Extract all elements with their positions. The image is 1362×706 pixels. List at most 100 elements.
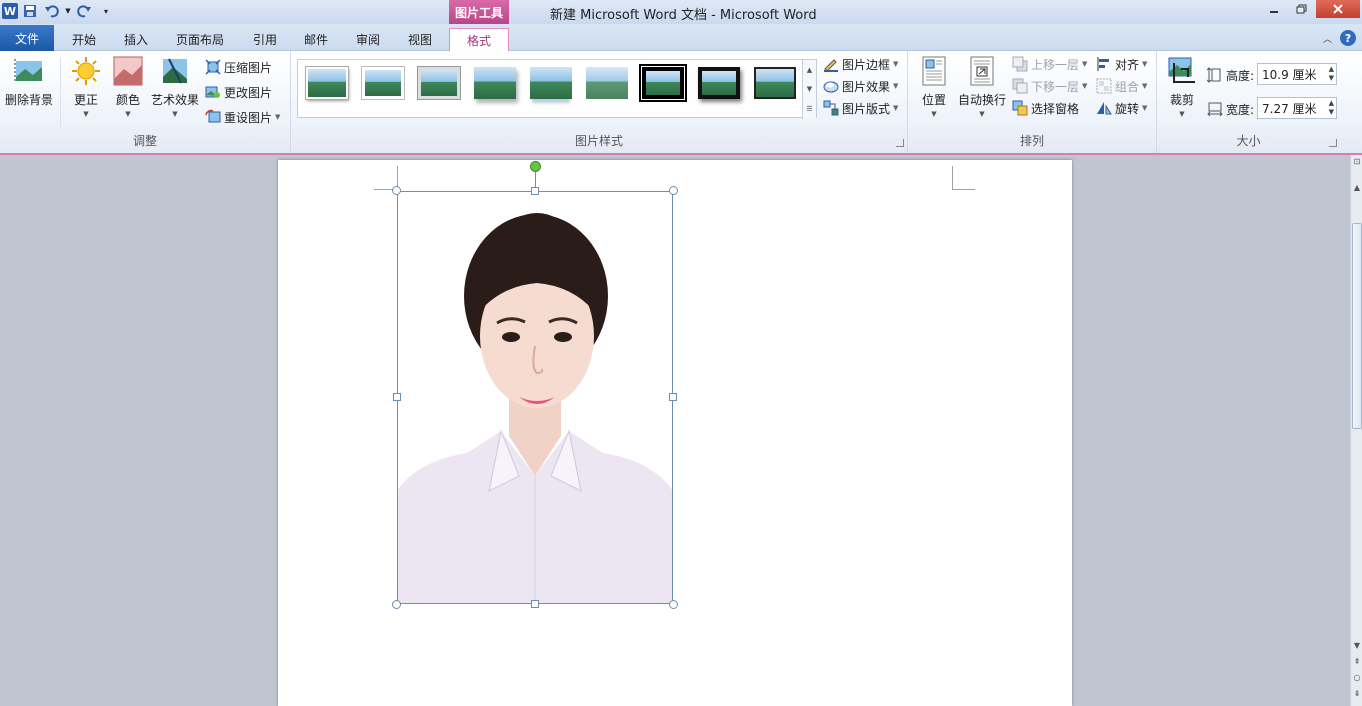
resize-handle[interactable] (531, 600, 539, 608)
group-label-size: 大小 (1236, 134, 1261, 148)
size-dialog-launcher-icon[interactable] (1329, 139, 1337, 147)
compress-icon (205, 59, 221, 75)
compress-pictures-button[interactable]: 压缩图片 (205, 57, 272, 77)
tab-insert[interactable]: 插入 (116, 28, 156, 51)
help-icon[interactable]: ? (1340, 30, 1356, 46)
restore-icon[interactable] (1288, 0, 1316, 18)
wrap-text-icon (970, 56, 994, 86)
scroll-thumb[interactable] (1352, 223, 1362, 429)
gallery-up-icon[interactable]: ▲ (807, 66, 812, 74)
next-page-icon[interactable]: ⇟ (1351, 689, 1362, 698)
selection-pane-icon (1012, 100, 1028, 116)
align-button[interactable]: 对齐 ▼ (1096, 54, 1147, 74)
gallery-down-icon[interactable]: ▼ (807, 85, 812, 93)
resize-handle[interactable] (393, 393, 401, 401)
group-objects-button[interactable]: 组合 ▼ (1096, 76, 1147, 96)
resize-handle[interactable] (669, 393, 677, 401)
minimize-icon[interactable] (1260, 0, 1288, 18)
style-thumb-selected[interactable] (639, 64, 687, 102)
ribbon-tab-row: 文件 开始 插入 页面布局 引用 邮件 审阅 视图 格式 ︿ ? (0, 24, 1362, 51)
rotate-handle[interactable] (530, 161, 541, 172)
rotate-button[interactable]: 旋转 ▼ (1096, 98, 1147, 118)
position-button[interactable]: 位置 ▼ (918, 55, 950, 118)
width-label: 宽度: (1207, 99, 1254, 119)
ruler-toggle-icon[interactable]: ⊡ (1351, 157, 1362, 166)
style-thumb[interactable] (306, 67, 348, 99)
redo-icon[interactable] (74, 2, 94, 20)
picture-tools-context-header: 图片工具 (449, 0, 509, 24)
height-input[interactable]: 10.9 厘米 ▲ ▼ (1257, 63, 1337, 85)
style-thumb[interactable] (362, 67, 404, 99)
group-label-arrange: 排列 (1019, 134, 1044, 148)
selected-picture[interactable] (392, 186, 678, 609)
width-input[interactable]: 7.27 厘米 ▲ ▼ (1257, 97, 1337, 119)
selection-pane-button[interactable]: 选择窗格 (1012, 98, 1079, 118)
artistic-effects-button[interactable]: 艺术效果 ▼ (148, 55, 202, 118)
style-thumb[interactable] (586, 67, 628, 99)
wrap-text-button[interactable]: 自动换行 ▼ (956, 55, 1008, 118)
crop-icon (1168, 57, 1195, 83)
resize-handle[interactable] (392, 600, 401, 609)
vertical-scrollbar[interactable]: ⊡ ▲ ▼ ⇞ ○ ⇟ (1350, 155, 1362, 706)
minimize-ribbon-icon[interactable]: ︿ (1323, 32, 1332, 45)
artistic-effects-icon (163, 58, 187, 84)
quick-access-toolbar: W ▼ ▾ (0, 2, 116, 20)
picture-border-button[interactable]: 图片边框 ▼ (823, 54, 898, 74)
color-button[interactable]: 颜色 ▼ (108, 55, 148, 118)
margin-mark (952, 166, 953, 189)
style-thumb[interactable] (418, 67, 460, 99)
picture-styles-gallery[interactable]: ▲ ▼ ☰ (297, 59, 817, 119)
tab-format[interactable]: 格式 (449, 28, 509, 51)
tab-review[interactable]: 审阅 (348, 28, 388, 51)
browse-object-icon[interactable]: ○ (1351, 673, 1362, 682)
color-icon (113, 56, 143, 86)
customize-qat-icon[interactable]: ▾ (96, 2, 116, 20)
change-picture-button[interactable]: 更改图片 (205, 82, 272, 102)
corrections-button[interactable]: 更正 ▼ (66, 55, 106, 118)
tab-view[interactable]: 视图 (400, 28, 440, 51)
tab-home[interactable]: 开始 (64, 28, 104, 51)
resize-handle[interactable] (392, 186, 401, 195)
resize-handle[interactable] (531, 187, 539, 195)
group-picture-styles: ▲ ▼ ☰ 图片边框 ▼ 图片效果 ▼ 图片版式 ▼ 图片样式 (291, 51, 908, 153)
position-icon (922, 56, 946, 86)
dialog-launcher-icon[interactable] (896, 139, 904, 147)
remove-background-button[interactable]: 删除背景 (4, 55, 54, 108)
word-logo-icon[interactable]: W (2, 3, 18, 19)
crop-button[interactable]: 裁剪 ▼ (1165, 55, 1199, 118)
picture-effects-button[interactable]: 图片效果 ▼ (823, 76, 898, 96)
tab-file[interactable]: 文件 (0, 25, 54, 51)
scroll-down-icon[interactable]: ▼ (1351, 641, 1362, 650)
reset-picture-button[interactable]: 重设图片 ▼ (205, 107, 280, 127)
sun-icon (72, 57, 100, 85)
tab-references[interactable]: 引用 (245, 28, 285, 51)
resize-handle[interactable] (669, 186, 678, 195)
window-title: 新建 Microsoft Word 文档 - Microsoft Word (550, 8, 817, 23)
style-thumb[interactable] (474, 67, 516, 99)
title-bar: W ▼ ▾ 图片工具 新建 Microsoft Word 文档 - Micros… (0, 0, 1362, 24)
save-icon[interactable] (20, 2, 40, 20)
gallery-scroll[interactable]: ▲ ▼ ☰ (802, 60, 816, 119)
style-thumb[interactable] (698, 67, 740, 99)
style-thumb[interactable] (530, 67, 572, 99)
align-icon (1097, 57, 1109, 71)
ribbon: 删除背景 更正 ▼ 颜色 ▼ 艺术效果 ▼ 压缩图片 更改图片 重设图片 ▼ 调… (0, 51, 1362, 155)
previous-page-icon[interactable]: ⇞ (1351, 657, 1362, 666)
undo-icon[interactable] (42, 2, 62, 20)
gallery-more-icon[interactable]: ☰ (806, 105, 812, 113)
resize-handle[interactable] (669, 600, 678, 609)
group-size: 裁剪 ▼ 高度: 10.9 厘米 ▲ ▼ 宽度: 7.27 厘米 ▲ ▼ 大小 (1157, 51, 1340, 153)
height-spinner[interactable]: ▲ ▼ (1329, 65, 1334, 83)
style-thumb[interactable] (754, 67, 796, 99)
group-label-picture-styles: 图片样式 (574, 134, 623, 148)
width-spinner[interactable]: ▲ ▼ (1329, 99, 1334, 117)
tab-page-layout[interactable]: 页面布局 (170, 28, 230, 51)
width-icon (1207, 102, 1223, 117)
bring-forward-button[interactable]: 上移一层 ▼ (1012, 54, 1087, 74)
scroll-up-icon[interactable]: ▲ (1351, 183, 1362, 192)
close-icon[interactable] (1316, 0, 1360, 18)
picture-layout-button[interactable]: 图片版式 ▼ (823, 98, 898, 118)
tab-mailings[interactable]: 邮件 (296, 28, 336, 51)
undo-dropdown-icon[interactable]: ▼ (64, 2, 72, 20)
send-backward-button[interactable]: 下移一层 ▼ (1012, 76, 1087, 96)
